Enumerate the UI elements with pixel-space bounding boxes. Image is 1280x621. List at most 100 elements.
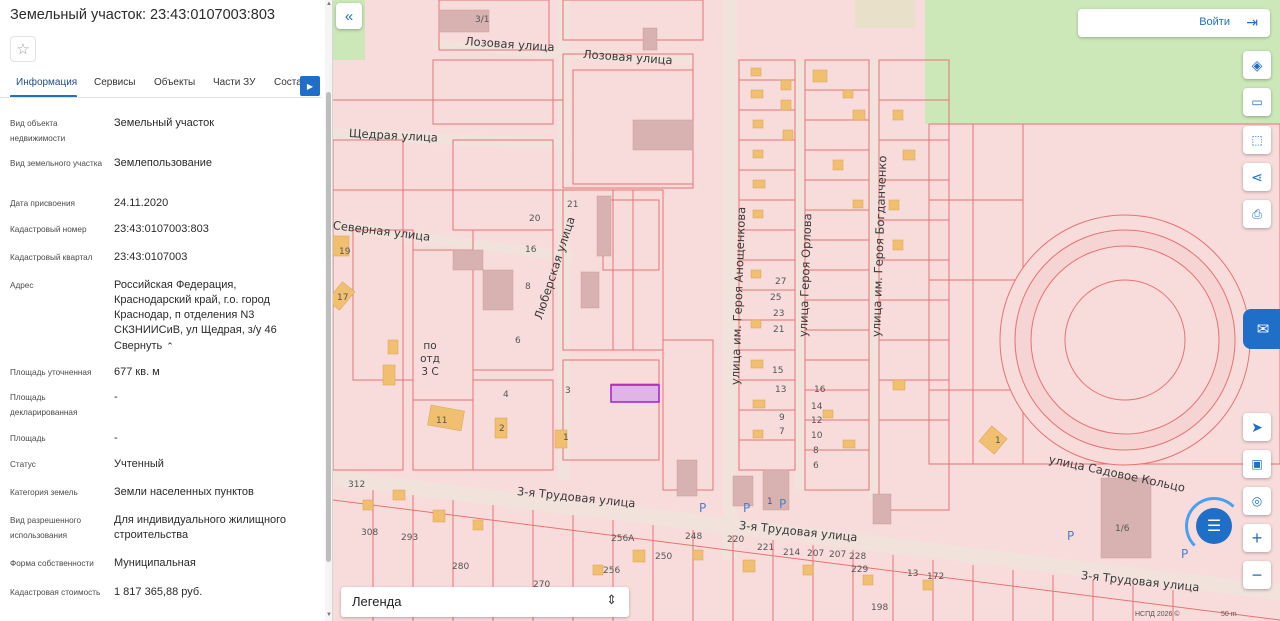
parcel-number: 280 [452, 562, 470, 572]
parcel-number: 7 [779, 427, 785, 437]
parcel-number: 16 [814, 385, 826, 395]
parcel-number: 15 [772, 366, 784, 376]
parcel-number: 1 [563, 433, 569, 443]
legend-toggle-icon: ⇕ [606, 592, 617, 607]
parcel-number: 1/6 [1115, 524, 1130, 534]
legend-dropdown[interactable]: Легенда ⇕ [341, 587, 629, 617]
parcel-number: 207 [807, 549, 825, 559]
row-label: Площадь [10, 434, 46, 443]
collapse-link[interactable]: Свернуть ⌃ [114, 339, 304, 354]
scale-label: 50 m [1221, 611, 1237, 618]
row-label: Вид земельного участка [10, 159, 103, 168]
login-label: Войти [1199, 16, 1230, 28]
zoom-out-icon[interactable]: − [1243, 561, 1271, 589]
svg-text:P: P [1067, 529, 1074, 543]
scroll-down-icon[interactable]: ▼ [325, 612, 332, 618]
svg-text:P: P [699, 501, 706, 515]
parcel-number: 308 [361, 528, 379, 538]
parcel-number: 21 [773, 325, 785, 335]
feedback-icon[interactable]: ✉ [1243, 309, 1280, 349]
sand-area [855, 0, 915, 28]
row-value: Земли населенных пунктов [114, 486, 254, 498]
svg-text:P: P [1181, 547, 1188, 561]
parcel-number: 172 [927, 572, 945, 582]
parcel-number: 221 [757, 543, 775, 553]
row-label: Статус [10, 460, 36, 469]
parcel-number: 256 [603, 566, 621, 576]
row-value: 1 817 365,88 руб. [114, 586, 203, 598]
parcel-number: 293 [401, 533, 419, 543]
screen-icon[interactable]: ▣ [1243, 450, 1271, 478]
login-button[interactable]: Войти ⇥ [1078, 9, 1270, 37]
row-value: Для индивидуального жилищного строительс… [114, 514, 287, 541]
parcel-number: 1 [767, 497, 773, 507]
parcel-number: 12 [811, 416, 823, 426]
parcel-number: 13 [907, 569, 919, 579]
parcel-number: 21 [567, 200, 579, 210]
layers-icon[interactable]: ◈ [1243, 51, 1271, 79]
pin-icon[interactable]: ◎ [1243, 487, 1271, 515]
row-label: Кадастровый номер [10, 225, 87, 234]
star-icon[interactable]: ☆ [10, 36, 36, 62]
row-label: Вид разрешенного использования [10, 516, 82, 540]
panel-scrollbar[interactable]: ▲ ▼ [325, 0, 332, 621]
scroll-up-icon[interactable]: ▲ [325, 1, 332, 7]
parcel-number: 6 [813, 461, 819, 471]
row-value: - [114, 432, 118, 444]
parcel-number: 19 [339, 247, 351, 257]
row-label: Площадь уточненная [10, 368, 92, 377]
share-icon[interactable]: ⋖ [1243, 163, 1271, 191]
parcel-number: 14 [811, 402, 823, 412]
info-panel: Земельный участок: 23:43:0107003:803 ☆ И… [0, 0, 333, 621]
tab-objects[interactable]: Объекты [154, 77, 195, 88]
tab-bar: Информация Сервисы Объекты Части ЗУ Сост… [0, 70, 322, 98]
collapse-panel-icon[interactable]: « [336, 3, 362, 29]
selected-parcel[interactable] [610, 384, 660, 403]
scroll-thumb[interactable] [326, 92, 331, 562]
row-value[interactable]: 23:43:0107003 [114, 250, 304, 265]
ring-inner [1030, 245, 1220, 435]
tab-services[interactable]: Сервисы [94, 77, 135, 88]
parcel-number: 248 [685, 532, 703, 542]
parcel-number: 11 [436, 416, 448, 426]
district-label: по отд 3 С [420, 340, 440, 378]
parcel-number: 198 [871, 603, 889, 613]
parcel-number: 23 [773, 309, 785, 319]
row-label: Вид объекта недвижимости [10, 119, 66, 143]
row-value[interactable]: 23:43:0107003:803 [114, 222, 304, 237]
tab-parts[interactable]: Части ЗУ [213, 77, 255, 88]
parcel-number: 2 [499, 424, 505, 434]
tab-info[interactable]: Информация [16, 77, 77, 88]
parcel-number: 312 [348, 480, 366, 490]
row-label: Дата присвоения [10, 199, 75, 208]
active-tab-indicator [10, 95, 77, 97]
row-label: Кадастровая стоимость [10, 588, 101, 597]
svg-text:P: P [779, 497, 786, 511]
parcel-number: 4 [503, 390, 509, 400]
cadastral-map[interactable]: PPP PP Лозовая улица Лозовая улица Щедра… [333, 0, 1280, 621]
row-value: - [114, 391, 118, 403]
tabs-scroll-right-icon[interactable]: ▶ [300, 76, 320, 96]
print-icon[interactable]: ⎙ [1243, 200, 1271, 228]
parcel-number: 3 [565, 386, 571, 396]
svg-text:P: P [743, 501, 750, 515]
ruler-icon[interactable]: ▭ [1243, 88, 1271, 116]
parcel-number: 27 [775, 277, 787, 287]
parcel-number: 20 [529, 214, 541, 224]
map-attribution: НСПД 2026 © [1135, 611, 1180, 618]
parcel-number: 250 [655, 552, 673, 562]
parcel-number: 13 [775, 385, 787, 395]
app: Земельный участок: 23:43:0107003:803 ☆ И… [0, 0, 1280, 621]
row-label: Форма собственности [10, 559, 94, 568]
parcel-number: 214 [783, 548, 801, 558]
parcel-number: 8 [813, 446, 819, 456]
zoom-in-icon[interactable]: + [1243, 524, 1271, 552]
locate-icon[interactable]: ➤ [1243, 413, 1271, 441]
select-area-icon[interactable]: ⬚ [1243, 126, 1271, 154]
parcel-number: 17 [337, 293, 349, 303]
row-label: Кадастровый квартал [10, 253, 93, 262]
address-value: Российская Федерация, Краснодарский край… [114, 279, 277, 336]
row-value: 677 кв. м [114, 366, 160, 378]
chat-icon[interactable]: ☰ [1196, 508, 1232, 544]
row-value: 24.11.2020 [114, 197, 169, 209]
